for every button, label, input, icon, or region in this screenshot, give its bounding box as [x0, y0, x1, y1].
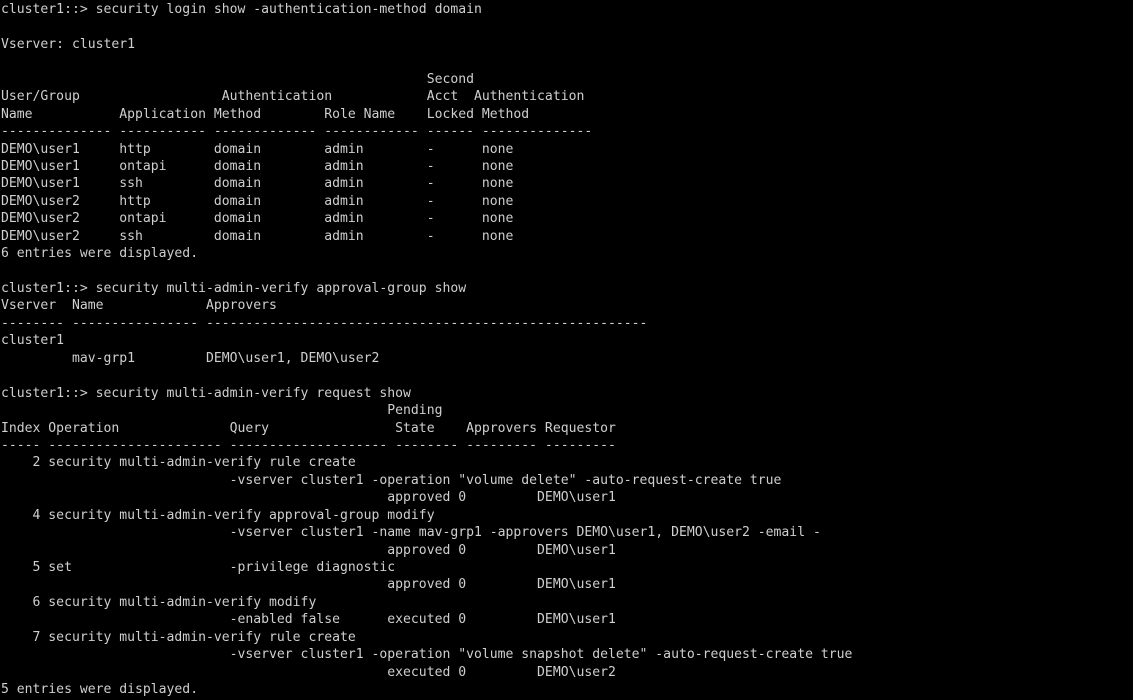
terminal-screen[interactable]: cluster1::> security login show -authent…: [0, 0, 1133, 700]
terminal-line: -vserver cluster1 -name mav-grp1 -approv…: [1, 525, 821, 541]
terminal-line: 5 entries were displayed.: [1, 682, 199, 698]
terminal-line: DEMO\user2 http domain admin - none: [1, 193, 514, 209]
terminal-line: -------- ---------------- --------------…: [1, 315, 648, 331]
terminal-line: ----- ---------------------- -----------…: [1, 437, 616, 453]
terminal-line: DEMO\user2 ssh domain admin - none: [1, 228, 514, 244]
terminal-line: Pending: [1, 403, 443, 419]
terminal-line: -vserver cluster1 -operation "volume sna…: [1, 647, 853, 663]
terminal-line: approved 0 DEMO\user1: [1, 490, 616, 506]
terminal-line: DEMO\user2 ontapi domain admin - none: [1, 211, 514, 227]
terminal-line: Vserver Name Approvers: [1, 298, 277, 314]
terminal-line: DEMO\user1 ontapi domain admin - none: [1, 158, 514, 174]
terminal-line: -vserver cluster1 -operation "volume del…: [1, 472, 782, 488]
terminal-line: approved 0 DEMO\user1: [1, 577, 616, 593]
terminal-line: Second: [1, 71, 474, 87]
terminal-line: 4 security multi-admin-verify approval-g…: [1, 507, 435, 523]
terminal-line: User/Group Authentication Acct Authentic…: [1, 89, 585, 105]
terminal-line: -enabled false executed 0 DEMO\user1: [1, 612, 616, 628]
terminal-line: Vserver: cluster1: [1, 36, 136, 52]
terminal-line: 7 security multi-admin-verify rule creat…: [1, 629, 356, 645]
terminal-line: cluster1::> security login show -authent…: [1, 2, 482, 17]
terminal-line: Name Application Method Role Name Locked…: [1, 106, 530, 122]
terminal-line: 5 set -privilege diagnostic: [1, 560, 396, 575]
terminal-line: Index Operation Query State Approvers Re…: [1, 420, 616, 436]
terminal-line: executed 0 DEMO\user2: [1, 664, 616, 680]
terminal-line: 6 entries were displayed.: [1, 246, 199, 262]
terminal-line: 6 security multi-admin-verify modify: [1, 594, 317, 610]
terminal-line: approved 0 DEMO\user1: [1, 542, 616, 558]
terminal-line: DEMO\user1 ssh domain admin - none: [1, 176, 514, 192]
terminal-line: -------------- ----------- -------------…: [1, 124, 593, 140]
terminal-line: DEMO\user1 http domain admin - none: [1, 141, 514, 157]
terminal-line: cluster1: [1, 333, 65, 349]
terminal-line: 2 security multi-admin-verify rule creat…: [1, 455, 356, 471]
terminal-line: cluster1::> security multi-admin-verify …: [1, 385, 411, 401]
terminal-line: mav-grp1 DEMO\user1, DEMO\user2: [1, 350, 380, 366]
terminal-line: cluster1::> security multi-admin-verify …: [1, 281, 467, 296]
